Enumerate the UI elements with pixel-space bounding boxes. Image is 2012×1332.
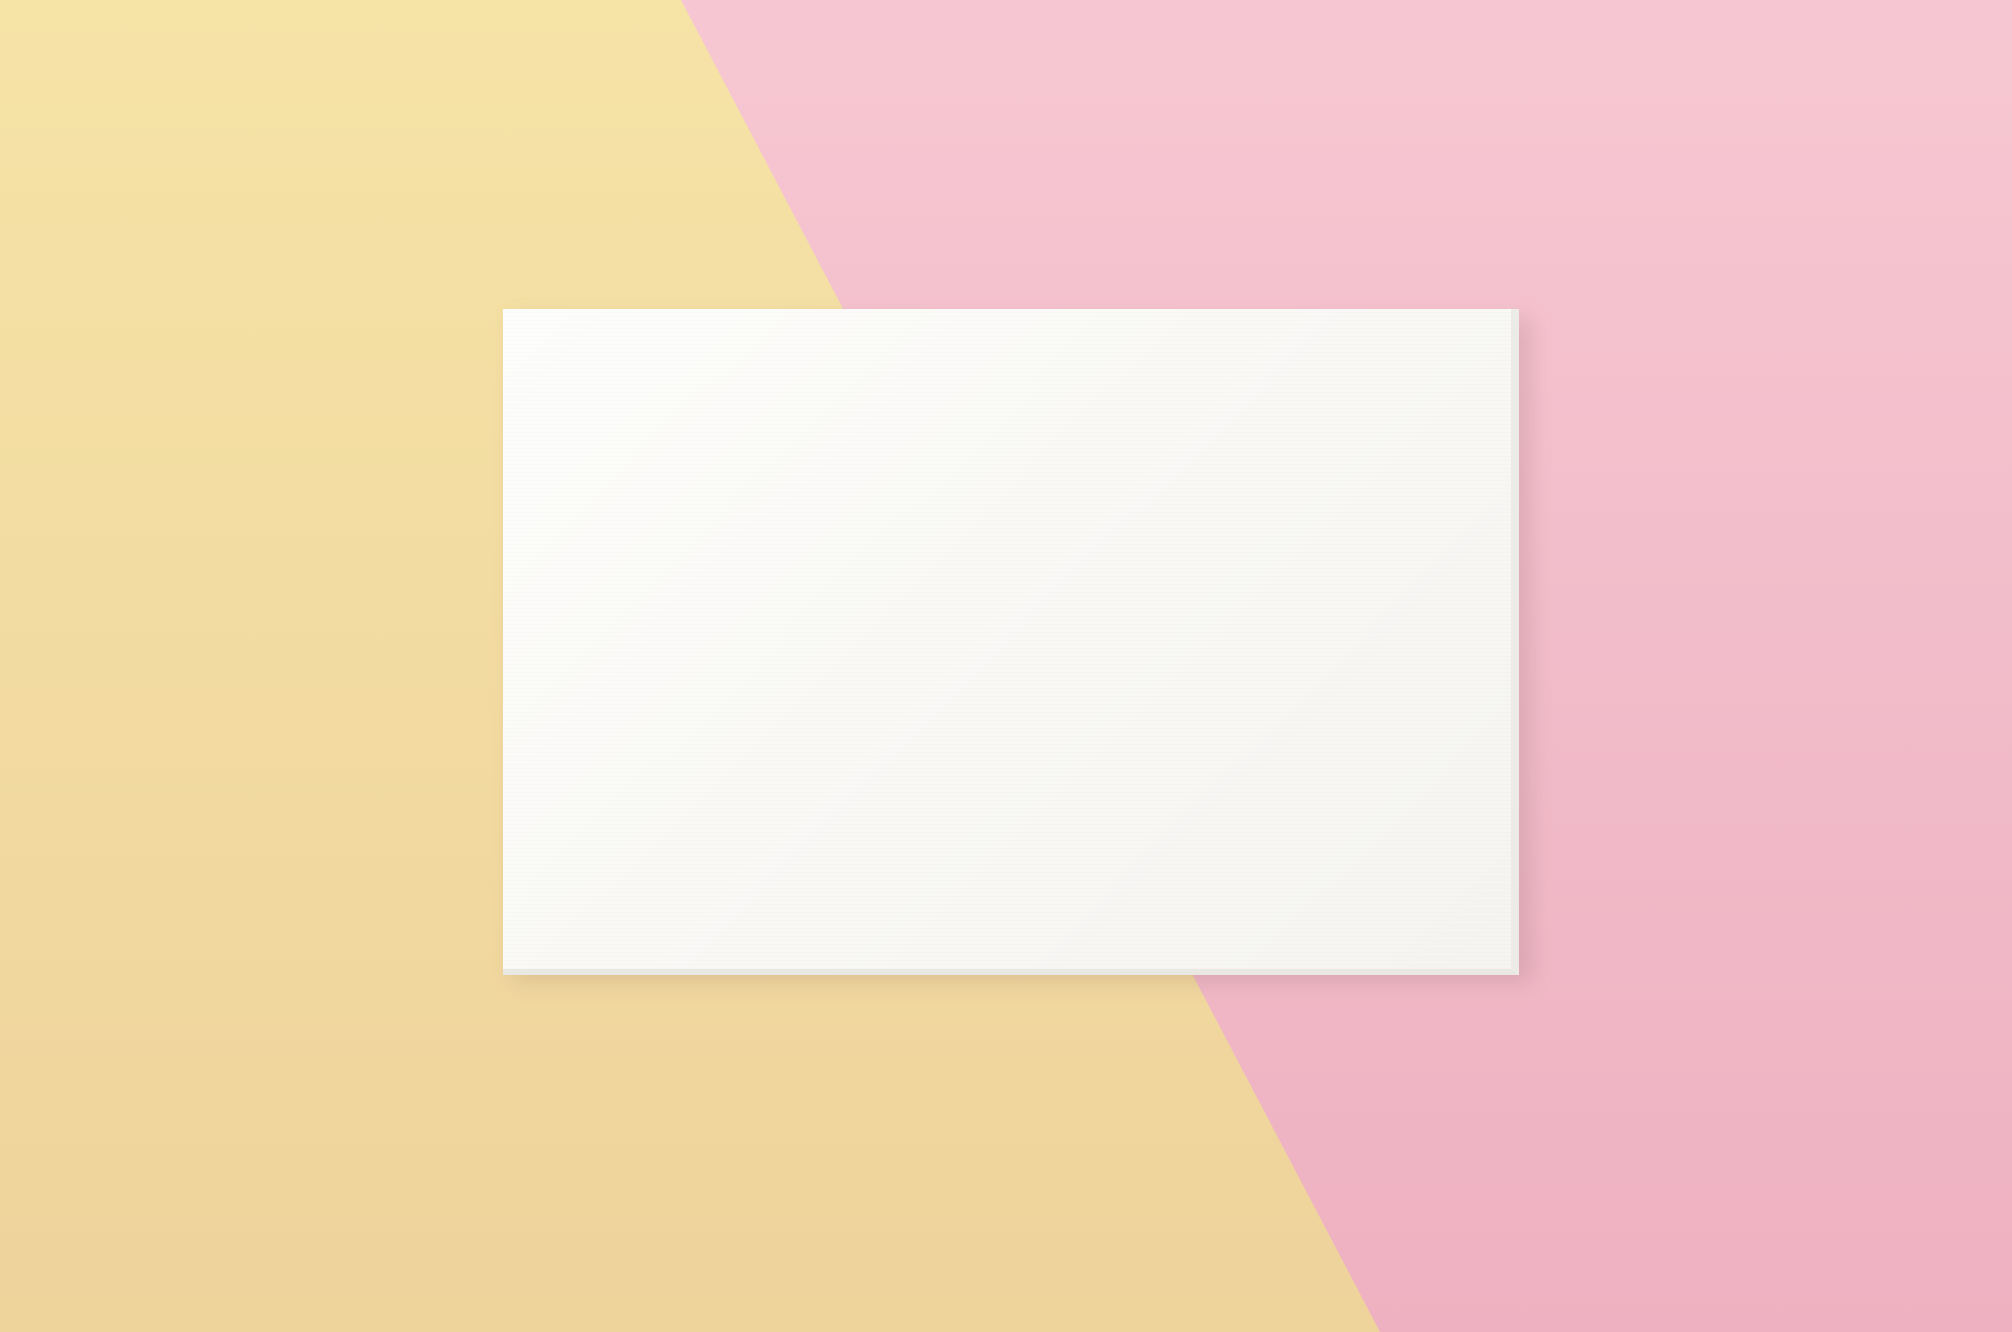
blank-white-card (503, 309, 1519, 975)
paper-texture (503, 309, 1511, 969)
photo-scene (0, 0, 2012, 1332)
